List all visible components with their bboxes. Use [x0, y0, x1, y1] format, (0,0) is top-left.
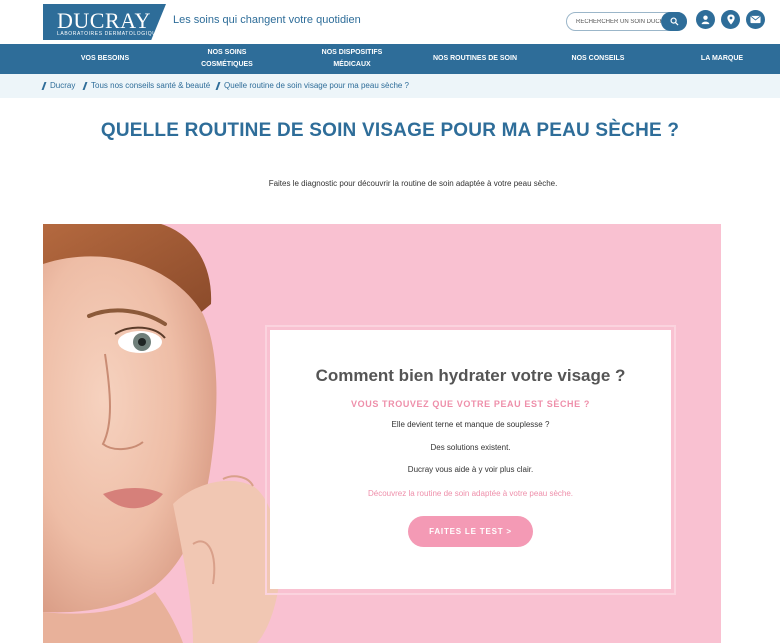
- search-button[interactable]: [661, 12, 687, 31]
- card-text-line: Des solutions existent.: [430, 443, 511, 452]
- woman-face-photo: [43, 224, 280, 643]
- hero-banner: Comment bien hydrater votre visage ? VOU…: [43, 224, 721, 643]
- nav-item-conseils[interactable]: NOS CONSEILS: [550, 44, 646, 74]
- brand-tagline: Les soins qui changent votre quotidien: [173, 14, 361, 26]
- breadcrumb-separator: [82, 82, 88, 90]
- breadcrumb-separator: [215, 82, 221, 90]
- search-icon: [669, 17, 679, 26]
- ducray-logo[interactable]: DUCRAY LABORATOIRES DERMATOLOGIQUES: [43, 4, 166, 40]
- contact-button[interactable]: [746, 10, 765, 29]
- page-intro: Faites le diagnostic pour découvrir la r…: [268, 179, 558, 188]
- breadcrumb-link-ducray[interactable]: Ducray: [50, 81, 75, 90]
- nav-item-routines-de-soin[interactable]: NOS ROUTINES DE SOIN: [420, 44, 530, 74]
- take-test-button[interactable]: FAITES LE TEST >: [408, 516, 533, 547]
- breadcrumb-current-page: Quelle routine de soin visage pour ma pe…: [224, 81, 410, 90]
- search-box: [566, 12, 687, 31]
- site-header: DUCRAY LABORATOIRES DERMATOLOGIQUES Les …: [0, 0, 780, 44]
- account-button[interactable]: [696, 10, 715, 29]
- nav-item-soins-cosmetiques[interactable]: NOS SOINS COSMÉTIQUES: [180, 44, 274, 74]
- logo-subtitle: LABORATOIRES DERMATOLOGIQUES: [57, 31, 165, 37]
- card-text-line: Ducray vous aide à y voir plus clair.: [407, 465, 534, 474]
- nav-item-la-marque[interactable]: LA MARQUE: [680, 44, 764, 74]
- card-routine-link[interactable]: Découvrez la routine de soin adaptée à v…: [270, 489, 671, 498]
- breadcrumb-link-conseils[interactable]: Tous nos conseils santé & beauté: [91, 81, 210, 90]
- page-title: QUELLE ROUTINE DE SOIN VISAGE POUR MA PE…: [100, 120, 680, 141]
- breadcrumb: Ducray Tous nos conseils santé & beauté …: [0, 74, 780, 98]
- card-title: Comment bien hydrater votre visage ?: [315, 366, 626, 385]
- breadcrumb-separator: [41, 82, 47, 90]
- store-locator-button[interactable]: [721, 10, 740, 29]
- nav-item-vos-besoins[interactable]: VOS BESOINS: [58, 44, 152, 74]
- account-icon: [701, 15, 710, 25]
- location-icon: [726, 14, 735, 25]
- main-nav: VOS BESOINS NOS SOINS COSMÉTIQUES NOS DI…: [0, 44, 780, 74]
- search-input[interactable]: [576, 16, 666, 28]
- nav-item-dispositifs-medicaux[interactable]: NOS DISPOSITIFS MÉDICAUX: [302, 44, 402, 74]
- card-subtitle: VOUS TROUVEZ QUE VOTRE PEAU EST SÈCHE ?: [351, 399, 590, 409]
- diagnostic-card: Comment bien hydrater votre visage ? VOU…: [270, 330, 671, 589]
- mail-icon: [750, 15, 761, 24]
- card-text-line: Elle devient terne et manque de soupless…: [391, 420, 550, 429]
